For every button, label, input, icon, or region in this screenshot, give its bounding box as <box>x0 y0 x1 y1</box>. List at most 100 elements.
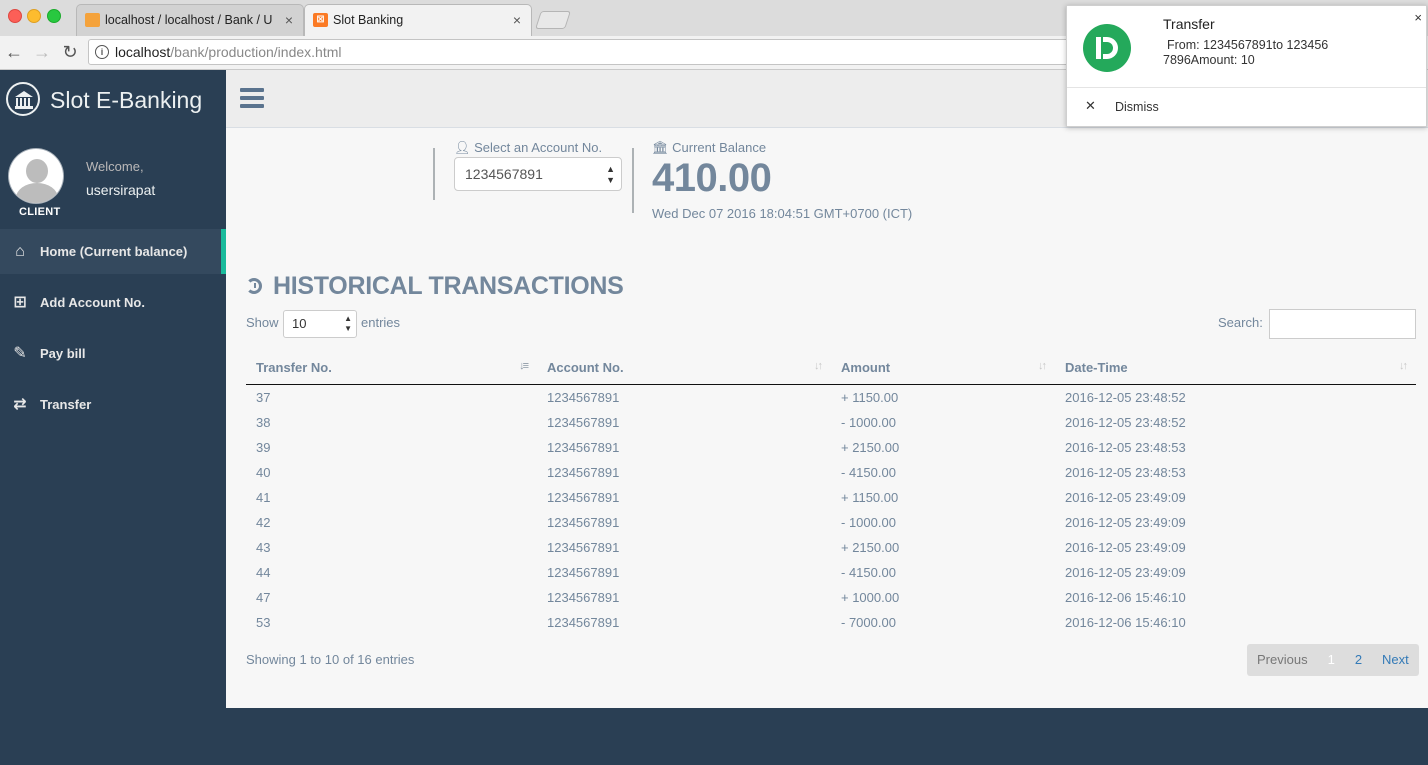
bank-icon <box>6 82 40 116</box>
show-label: Show <box>246 315 279 330</box>
new-tab-button[interactable] <box>535 11 571 29</box>
search-label: Search: <box>1218 315 1263 330</box>
history-icon <box>246 278 262 294</box>
search-input[interactable] <box>1269 309 1416 339</box>
cell-transfer-no: 40 <box>256 465 271 480</box>
table-header-row: Transfer No. ↓≡ Account No. ↓↑ Amount ↓↑ Da… <box>246 350 1416 385</box>
browser-tab-slot-banking[interactable]: ⊠ Slot Banking × <box>304 4 532 36</box>
cell-amount: + 2150.00 <box>841 440 900 455</box>
current-balance-value: 410.00 <box>652 156 772 200</box>
cell-account-no: 1234567891 <box>547 490 620 505</box>
forward-arrow-icon[interactable]: → <box>30 40 54 64</box>
table-row: 37 1234567891 + 1150.00 2016-12-05 23:48:52 <box>246 385 1416 411</box>
sidebar-item-add-account[interactable]: ⊞ Add Account No. <box>0 280 226 325</box>
cell-transfer-no: 38 <box>256 415 271 430</box>
cell-date-time: 2016-12-05 23:48:53 <box>1065 465 1186 480</box>
cell-date-time: 2016-12-05 23:49:09 <box>1065 490 1186 505</box>
balance-timestamp: Wed Dec 07 2016 18:04:51 GMT+0700 (ICT) <box>652 206 913 221</box>
table-row: 43 1234567891 + 2150.00 2016-12-05 23:49:09 <box>246 535 1416 560</box>
table-row: 47 1234567891 + 1000.00 2016-12-06 15:46:10 <box>246 585 1416 610</box>
page-size-select[interactable]: 10 ▲ ▼ <box>283 310 357 338</box>
sidebar-menu: ⌂ Home (Current balance) ⊞ Add Account N… <box>0 229 226 433</box>
reload-icon[interactable]: ↻ <box>58 40 82 64</box>
cell-account-no: 1234567891 <box>547 440 620 455</box>
transactions-table: Transfer No. ↓≡ Account No. ↓↑ Amount ↓↑ Da… <box>246 350 1416 635</box>
select-arrows-icon: ▲ ▼ <box>344 314 352 333</box>
cell-amount: + 1000.00 <box>841 590 900 605</box>
close-icon[interactable]: × <box>1414 10 1422 25</box>
avatar <box>8 148 64 204</box>
transfer-notification: Transfer From: 1234567891to 1234567896Am… <box>1066 5 1427 127</box>
sort-icon: ↓↑ <box>1399 360 1408 372</box>
divider <box>632 148 634 213</box>
exchange-icon: ⇄ <box>13 396 27 413</box>
divider <box>433 148 435 200</box>
sidebar-item-pay-bill[interactable]: ✎ Pay bill <box>0 331 226 376</box>
home-icon: ⌂ <box>15 243 25 260</box>
pagination-page-2[interactable]: 2 <box>1345 644 1372 676</box>
phpmyadmin-favicon-icon <box>85 13 100 27</box>
address-bar[interactable]: i localhost/bank/production/index.html <box>88 39 1088 65</box>
column-header-transfer-no[interactable]: Transfer No. ↓≡ <box>246 350 537 385</box>
cell-account-no: 1234567891 <box>547 390 620 405</box>
browser-tab-phpmyadmin[interactable]: localhost / localhost / Bank / U × <box>76 4 304 36</box>
cell-date-time: 2016-12-05 23:49:09 <box>1065 540 1186 555</box>
welcome-text: Welcome, <box>86 159 144 174</box>
table-row: 39 1234567891 + 2150.00 2016-12-05 23:48:53 <box>246 435 1416 460</box>
cell-amount: + 1150.00 <box>841 490 899 505</box>
menu-toggle-icon[interactable] <box>240 88 264 108</box>
window-zoom-button[interactable] <box>47 9 61 23</box>
pagination-page-1[interactable]: 1 <box>1318 644 1345 676</box>
column-header-amount[interactable]: Amount ↓↑ <box>831 350 1055 385</box>
dismiss-x-icon[interactable]: ✕ <box>1085 98 1096 114</box>
sidebar-item-label: Pay bill <box>40 346 86 361</box>
cell-account-no: 1234567891 <box>547 565 620 580</box>
sidebar-item-home[interactable]: ⌂ Home (Current balance) <box>0 229 226 274</box>
window-minimize-button[interactable] <box>27 9 41 23</box>
cell-transfer-no: 42 <box>256 515 271 530</box>
cell-date-time: 2016-12-06 15:46:10 <box>1065 590 1186 605</box>
dismiss-button[interactable]: Dismiss <box>1115 100 1159 114</box>
info-icon[interactable]: i <box>95 45 109 59</box>
cell-amount: - 4150.00 <box>841 565 896 580</box>
current-balance-label: 🏛︎ Current Balance <box>652 140 767 155</box>
tab-title: Slot Banking <box>333 13 404 27</box>
cell-amount: - 1000.00 <box>841 515 896 530</box>
cell-transfer-no: 53 <box>256 615 271 630</box>
sort-icon: ↓↑ <box>1038 360 1047 372</box>
column-header-account-no[interactable]: Account No. ↓↑ <box>537 350 831 385</box>
cell-account-no: 1234567891 <box>547 540 620 555</box>
pagination-next[interactable]: Next <box>1372 644 1419 676</box>
main-content: 👤︎ Select an Account No. 1234567891 ▲ ▼ 🏛… <box>226 128 1428 708</box>
cell-amount: + 1150.00 <box>841 390 899 405</box>
table-row: 41 1234567891 + 1150.00 2016-12-05 23:49:09 <box>246 485 1416 510</box>
cell-date-time: 2016-12-06 15:46:10 <box>1065 615 1186 630</box>
pagination: Previous 1 2 Next <box>1247 644 1419 676</box>
notification-body: From: 1234567891to 1234567896Amount: 10 <box>1163 38 1329 67</box>
tab-close-icon[interactable]: × <box>513 5 521 35</box>
page-size-value: 10 <box>292 316 307 331</box>
table-row: 38 1234567891 - 1000.00 2016-12-05 23:48:52 <box>246 410 1416 435</box>
sort-asc-icon: ↓≡ <box>519 360 529 372</box>
cell-date-time: 2016-12-05 23:48:52 <box>1065 415 1186 430</box>
table-row: 42 1234567891 - 1000.00 2016-12-05 23:49:09 <box>246 510 1416 535</box>
cell-transfer-no: 39 <box>256 440 271 455</box>
account-select[interactable]: 1234567891 ▲ ▼ <box>454 157 622 191</box>
pagination-previous[interactable]: Previous <box>1247 644 1318 676</box>
tab-close-icon[interactable]: × <box>285 5 293 35</box>
table-info: Showing 1 to 10 of 16 entries <box>246 652 415 667</box>
cell-date-time: 2016-12-05 23:49:09 <box>1065 515 1186 530</box>
cell-amount: - 7000.00 <box>841 615 896 630</box>
account-select-label: 👤︎ Select an Account No. <box>454 140 603 155</box>
back-arrow-icon[interactable]: ← <box>2 40 26 64</box>
account-select-value: 1234567891 <box>465 166 543 182</box>
cell-account-no: 1234567891 <box>547 590 620 605</box>
sidebar-item-transfer[interactable]: ⇄ Transfer <box>0 382 226 427</box>
section-title: HISTORICAL TRANSACTIONS <box>246 272 624 301</box>
cell-transfer-no: 37 <box>256 390 271 405</box>
tab-title: localhost / localhost / Bank / U <box>105 13 273 27</box>
window-close-button[interactable] <box>8 9 22 23</box>
site-brand[interactable]: Slot E-Banking <box>6 80 202 120</box>
table-row: 40 1234567891 - 4150.00 2016-12-05 23:48:53 <box>246 460 1416 485</box>
column-header-date-time[interactable]: Date-Time ↓↑ <box>1055 350 1416 385</box>
